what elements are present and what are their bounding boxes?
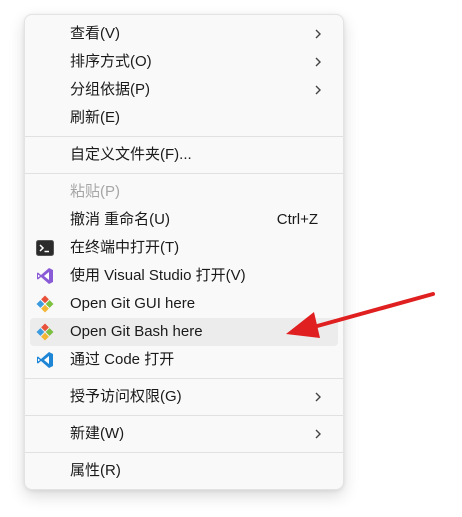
vscode-icon [36, 351, 54, 369]
menu-separator [25, 452, 343, 453]
chevron-right-icon [315, 57, 321, 67]
menu-item-view[interactable]: 查看(V) [30, 20, 338, 48]
menu-separator [25, 378, 343, 379]
screen: 查看(V) 排序方式(O) 分组依据(P) 刷新(E) 自定义文件夹(F)...… [0, 0, 462, 517]
menu-item-open-visual-studio[interactable]: 使用 Visual Studio 打开(V) [30, 262, 338, 290]
menu-item-label: 刷新(E) [70, 109, 120, 126]
shortcut-label: Ctrl+Z [276, 211, 318, 228]
menu-item-open-with-code[interactable]: 通过 Code 打开 [30, 346, 338, 374]
menu-item-customize[interactable]: 自定义文件夹(F)... [30, 141, 338, 169]
menu-item-group[interactable]: 分组依据(P) [30, 76, 338, 104]
menu-item-label: 授予访问权限(G) [70, 388, 182, 405]
menu-item-grant-access[interactable]: 授予访问权限(G) [30, 383, 338, 411]
menu-item-open-terminal[interactable]: 在终端中打开(T) [30, 234, 338, 262]
menu-item-paste: 粘贴(P) [30, 178, 338, 206]
annotation-arrow-icon [286, 292, 435, 338]
menu-item-refresh[interactable]: 刷新(E) [30, 104, 338, 132]
terminal-icon [36, 239, 54, 257]
menu-item-label: 粘贴(P) [70, 183, 120, 200]
context-menu: 查看(V) 排序方式(O) 分组依据(P) 刷新(E) 自定义文件夹(F)...… [24, 14, 344, 490]
menu-item-label: 自定义文件夹(F)... [70, 146, 192, 163]
menu-item-label: Open Git Bash here [70, 323, 203, 340]
menu-item-label: 新建(W) [70, 425, 125, 442]
menu-separator [25, 173, 343, 174]
menu-item-sort[interactable]: 排序方式(O) [30, 48, 338, 76]
chevron-right-icon [315, 29, 321, 39]
visual-studio-icon [36, 267, 54, 285]
menu-item-label: 分组依据(P) [70, 81, 150, 98]
menu-item-label: 排序方式(O) [70, 53, 152, 70]
menu-item-label: Open Git GUI here [70, 295, 196, 312]
menu-item-label: 通过 Code 打开 [70, 351, 175, 368]
menu-separator [25, 136, 343, 137]
menu-separator [25, 415, 343, 416]
menu-item-label: 撤消 重命名(U) [70, 211, 170, 228]
menu-item-label: 在终端中打开(T) [70, 239, 180, 256]
menu-item-label: 属性(R) [70, 462, 121, 479]
chevron-right-icon [315, 85, 321, 95]
menu-item-properties[interactable]: 属性(R) [30, 457, 338, 485]
chevron-right-icon [315, 429, 321, 439]
menu-item-label: 使用 Visual Studio 打开(V) [70, 267, 246, 284]
menu-item-undo-rename[interactable]: 撤消 重命名(U) Ctrl+Z [30, 206, 338, 234]
menu-item-new[interactable]: 新建(W) [30, 420, 338, 448]
git-icon [36, 323, 54, 341]
git-icon [36, 295, 54, 313]
chevron-right-icon [315, 392, 321, 402]
menu-item-label: 查看(V) [70, 25, 120, 42]
